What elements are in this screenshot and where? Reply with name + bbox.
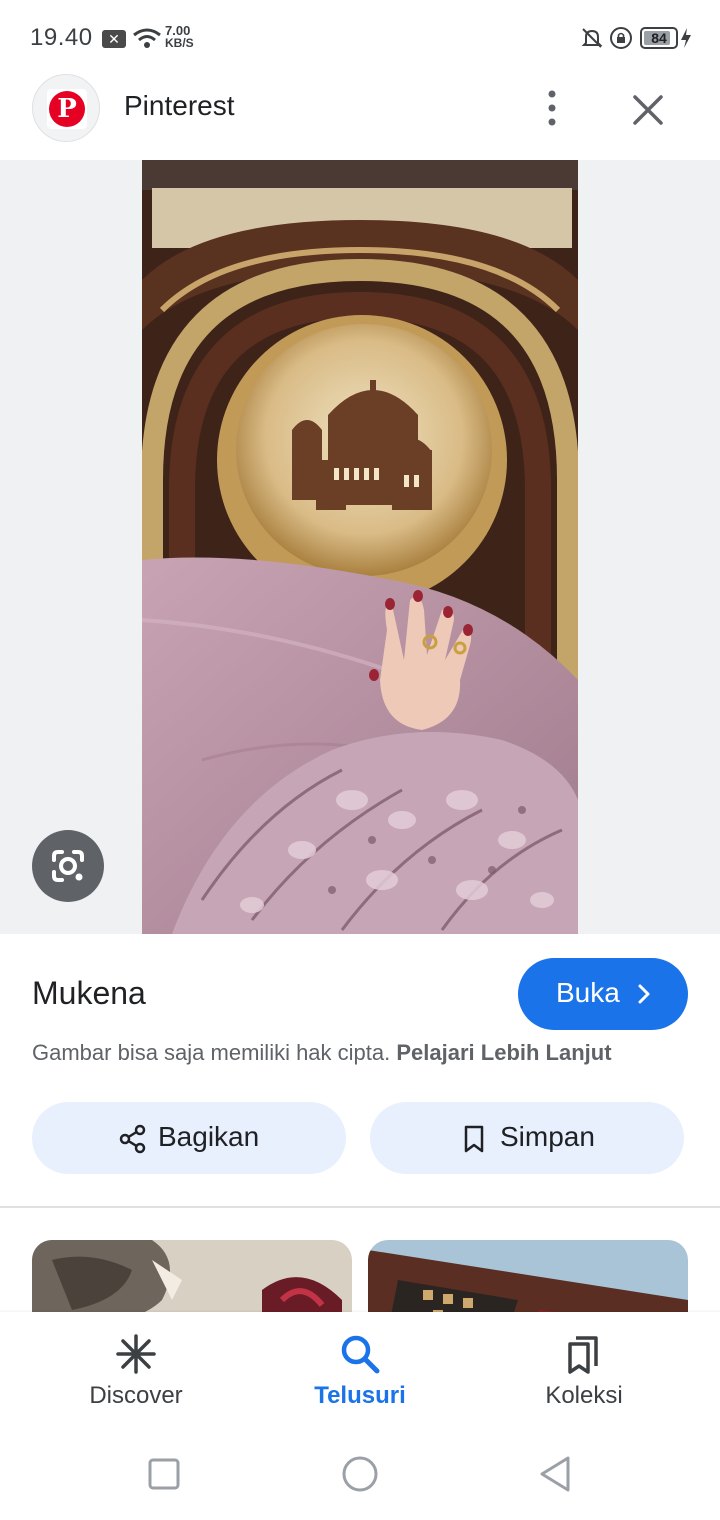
nav-search[interactable]: Telusuri: [260, 1312, 460, 1430]
divider: [0, 1206, 720, 1208]
copyright-text: Gambar bisa saja memiliki hak cipta.: [32, 1040, 391, 1065]
result-title: Mukena: [32, 975, 146, 1011]
save-label: Simpan: [500, 1121, 595, 1152]
recent-apps-icon[interactable]: [142, 1452, 186, 1496]
chevron-right-icon: [638, 984, 650, 1004]
status-bar: 19.40 ✕ 7.00 KB/S 84: [0, 0, 720, 76]
learn-more-link[interactable]: Pelajari Lebih Lanjut: [396, 1040, 611, 1065]
charging-icon: [681, 28, 691, 48]
battery-level: 84: [651, 30, 667, 46]
home-icon[interactable]: [338, 1452, 382, 1496]
collections-icon: [568, 1336, 598, 1374]
more-options-icon[interactable]: [536, 86, 568, 130]
search-icon: [341, 1335, 380, 1374]
network-speed-unit: KB/S: [165, 36, 194, 50]
save-button[interactable]: Simpan: [370, 1102, 684, 1174]
share-button[interactable]: Bagikan: [32, 1102, 346, 1174]
notification-x-icon: ✕: [102, 30, 126, 48]
open-button[interactable]: Buka: [518, 958, 688, 1030]
image-preview-area: [0, 160, 720, 934]
bookmark-icon: [464, 1125, 484, 1153]
lens-icon: [52, 850, 84, 882]
header: P Pinterest: [0, 72, 720, 160]
open-button-label: Buka: [556, 977, 620, 1008]
clock: 19.40: [30, 24, 93, 51]
nav-discover-label: Discover: [89, 1382, 183, 1409]
close-icon[interactable]: [626, 88, 670, 132]
result-image[interactable]: [142, 160, 578, 934]
site-title: Pinterest: [124, 90, 235, 121]
back-icon[interactable]: [534, 1452, 578, 1496]
pinterest-logo-icon: P: [32, 74, 100, 142]
google-lens-button[interactable]: [32, 830, 104, 902]
system-navigation-bar: [0, 1430, 720, 1520]
bottom-navigation: Discover Telusuri Koleksi: [0, 1312, 720, 1430]
nav-discover[interactable]: Discover: [36, 1312, 236, 1430]
copyright-notice: Gambar bisa saja memiliki hak cipta. Pel…: [32, 1040, 612, 1066]
network-speed: 7.00 KB/S: [165, 24, 194, 50]
share-label: Bagikan: [158, 1121, 260, 1152]
asterisk-icon: [116, 1334, 156, 1374]
share-icon: [119, 1124, 146, 1154]
nav-collections-label: Koleksi: [545, 1382, 623, 1409]
battery-icon: 84: [640, 27, 678, 49]
bell-off-icon: [581, 28, 603, 48]
wifi-icon: [133, 28, 161, 48]
nav-collections[interactable]: Koleksi: [484, 1312, 684, 1430]
rotation-lock-icon: [610, 27, 632, 49]
nav-search-label: Telusuri: [314, 1382, 406, 1409]
